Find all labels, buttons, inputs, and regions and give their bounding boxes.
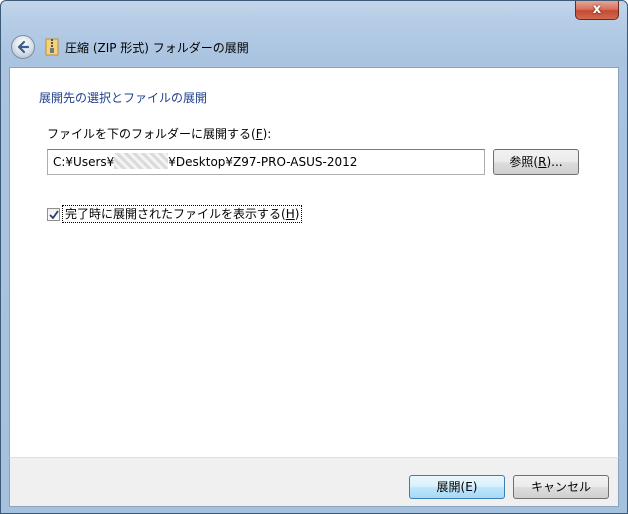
back-button[interactable] [11, 35, 35, 59]
cancel-button[interactable]: キャンセル [513, 475, 609, 499]
window-title: 圧縮 (ZIP 形式) フォルダーの展開 [65, 41, 249, 55]
checkmark-icon [49, 210, 59, 220]
destination-label: ファイルを下のフォルダーに展開する(F): [47, 127, 272, 141]
show-files-checkbox[interactable] [47, 208, 60, 221]
close-button[interactable]: x [575, 1, 619, 20]
browse-button[interactable]: 参照(R)... [493, 149, 579, 175]
back-arrow-icon [17, 40, 30, 54]
destination-path-input[interactable]: C:¥Users¥ ¥Desktop¥Z97-PRO-ASUS-2012 [47, 149, 485, 175]
show-files-checkbox-label[interactable]: 完了時に展開されたファイルを表示する(H) [62, 205, 303, 223]
extract-button[interactable]: 展開(E) [409, 475, 505, 499]
page-heading: 展開先の選択とファイルの展開 [39, 91, 208, 105]
zip-folder-icon [45, 38, 59, 56]
dialog-window: x 圧縮 (ZIP 形式) フォルダーの展開 展開先の選択とファイルの展開 ファ… [0, 0, 628, 514]
redacted-username [114, 153, 169, 169]
close-icon: x [592, 2, 602, 17]
